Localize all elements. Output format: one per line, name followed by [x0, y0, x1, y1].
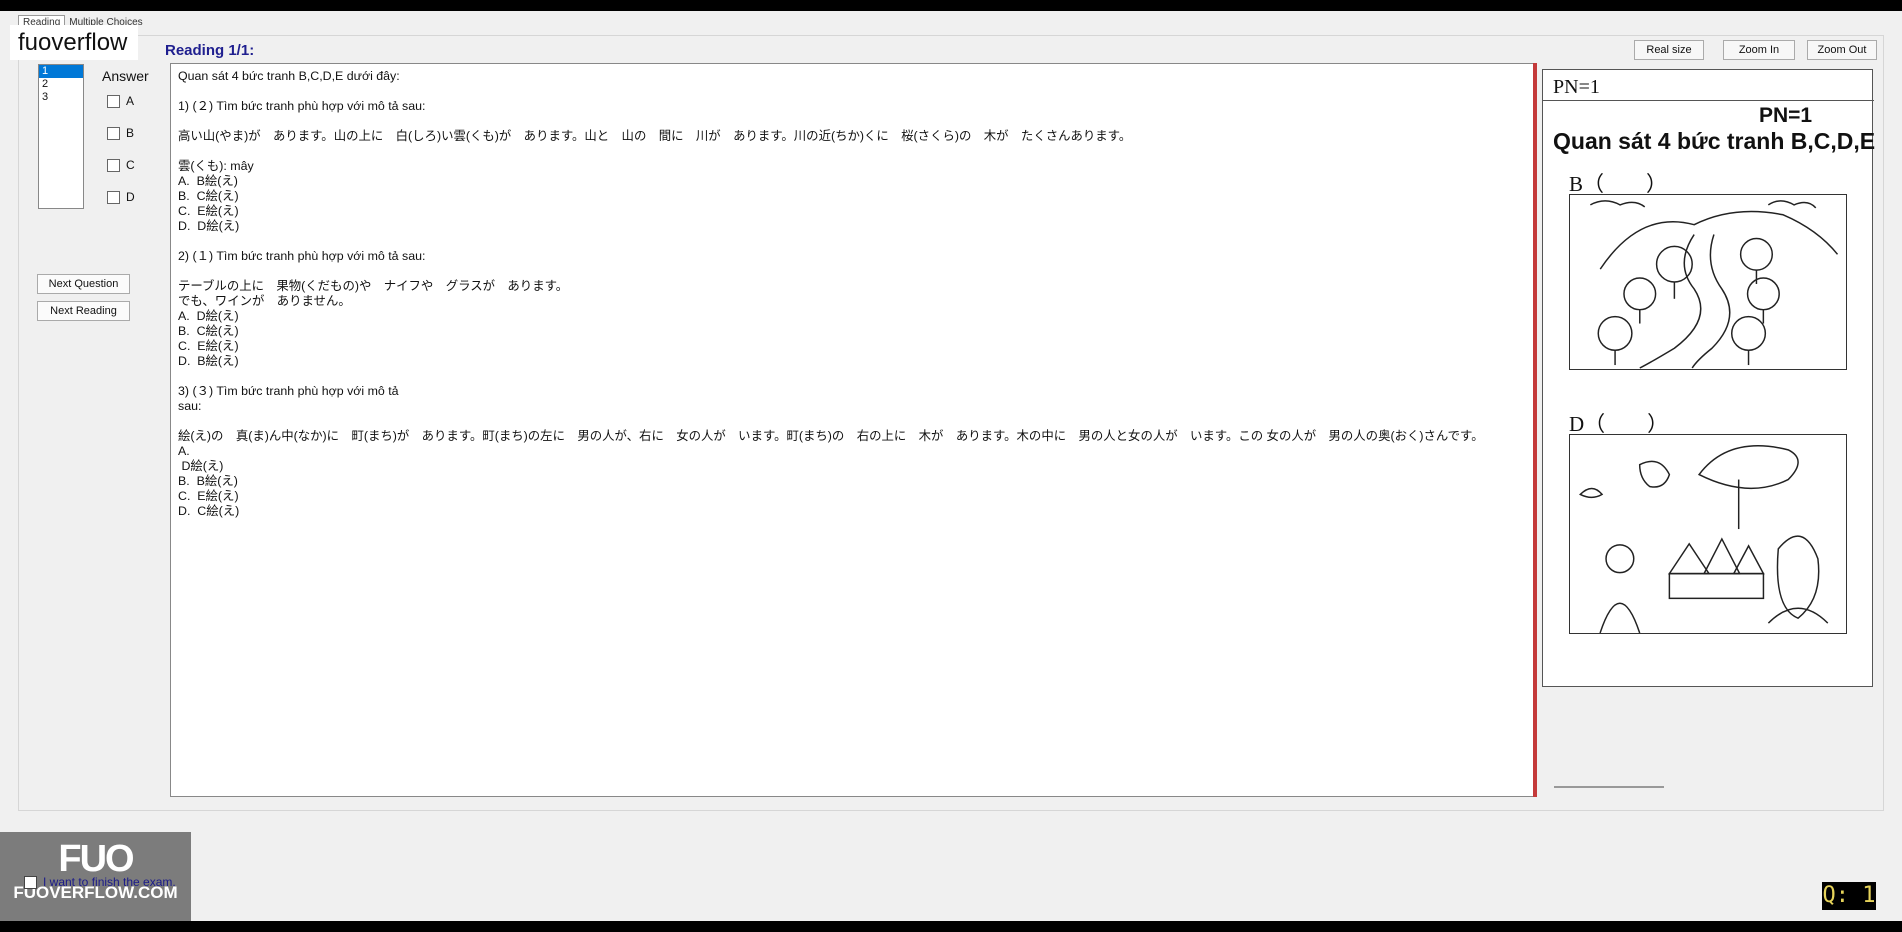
reading-line: D. D絵(え): [178, 219, 240, 233]
panel-divider[interactable]: [1533, 63, 1537, 797]
question-list[interactable]: 1 2 3: [38, 64, 84, 209]
next-reading-button[interactable]: Next Reading: [37, 301, 130, 321]
reading-line: A. D絵(え): [178, 309, 239, 323]
image-panel[interactable]: PN=1 PN=1 Quan sát 4 bức tranh B,C,D,E B…: [1538, 63, 1876, 797]
brand-label: fuoverflow: [10, 25, 138, 60]
answer-option-d[interactable]: D: [107, 190, 135, 205]
reading-line: [178, 84, 1527, 99]
reading-line: B. C絵(え): [178, 189, 239, 203]
reading-line: 雲(くも): mây: [178, 159, 254, 173]
answer-b-checkbox[interactable]: [107, 127, 120, 141]
answer-a-checkbox[interactable]: [107, 95, 120, 109]
reading-label: Reading 1/1:: [165, 42, 255, 59]
horizontal-scrollbar[interactable]: [1554, 786, 1664, 788]
finish-exam-option[interactable]: I want to finish the exam.: [24, 875, 176, 890]
header-rule: [1543, 100, 1874, 101]
real-size-button[interactable]: Real size: [1634, 40, 1704, 60]
reading-line: 3) (３) Tìm bức tranh phù hợp với mô tả: [178, 384, 399, 398]
reading-line: A.: [178, 444, 190, 458]
reading-line: sau:: [178, 399, 202, 413]
answer-heading: Answer: [102, 68, 149, 84]
zoom-out-button[interactable]: Zoom Out: [1807, 40, 1877, 60]
answer-d-label: D: [126, 190, 135, 204]
answer-option-c[interactable]: C: [107, 158, 135, 173]
answer-a-label: A: [126, 94, 135, 108]
answer-c-label: C: [126, 158, 135, 172]
picture-b-illustration: [1569, 194, 1847, 370]
answer-option-a[interactable]: A: [107, 94, 135, 109]
reading-line: [178, 414, 1527, 429]
answer-b-label: B: [126, 126, 135, 140]
reading-line: C. E絵(え): [178, 489, 239, 503]
reading-text-panel[interactable]: Quan sát 4 bức tranh B,C,D,E dưới đây: 1…: [170, 63, 1535, 797]
reading-line: 高い山(やま)が あります。山の上に 白(しろ)い雲(くも)が あります。山と …: [178, 129, 1132, 143]
zoom-in-button[interactable]: Zoom In: [1723, 40, 1795, 60]
reading-line: 1) (２) Tìm bức tranh phù hợp với mô tả s…: [178, 99, 426, 113]
answer-c-checkbox[interactable]: [107, 159, 120, 173]
pn-small-label: PN=1: [1553, 76, 1600, 98]
reading-line: [178, 369, 1527, 384]
reading-line: C. E絵(え): [178, 339, 239, 353]
reading-line: [178, 144, 1527, 159]
reading-line: [178, 114, 1527, 129]
picture-d-illustration: [1569, 434, 1847, 634]
finish-exam-label: I want to finish the exam.: [43, 875, 176, 889]
question-list-item-1[interactable]: 1: [39, 65, 83, 78]
reading-line: B. C絵(え): [178, 324, 239, 338]
question-counter: Q: 1: [1822, 882, 1876, 910]
image-title: Quan sát 4 bức tranh B,C,D,E: [1553, 128, 1876, 154]
reading-line: Quan sát 4 bức tranh B,C,D,E dưới đây:: [178, 69, 400, 83]
top-black-bar: [0, 0, 1902, 11]
pn-big-label: PN=1: [1759, 104, 1813, 127]
question-list-item-3[interactable]: 3: [39, 91, 83, 104]
answer-option-b[interactable]: B: [107, 126, 135, 141]
reading-line: テーブルの上に 果物(くだもの)や ナイフや グラスが あります。: [178, 279, 569, 293]
answer-d-checkbox[interactable]: [107, 191, 120, 205]
image-sheet: PN=1 PN=1 Quan sát 4 bức tranh B,C,D,E B…: [1542, 69, 1876, 687]
reading-line: 2) (１) Tìm bức tranh phù hợp với mô tả s…: [178, 249, 426, 263]
reading-line: D. C絵(え): [178, 504, 240, 518]
reading-line: でも、ワインが ありません。: [178, 294, 351, 308]
question-list-item-2[interactable]: 2: [39, 78, 83, 91]
reading-line: D絵(え): [178, 459, 224, 473]
finish-exam-checkbox[interactable]: [24, 876, 37, 890]
reading-line: 絵(え)の 真(ま)ん中(なか)に 町(まち)が あります。町(まち)の左に 男…: [178, 429, 1484, 443]
reading-line: A. B絵(え): [178, 174, 238, 188]
reading-line: [178, 264, 1527, 279]
bottom-black-bar: [0, 921, 1902, 932]
reading-line: D. B絵(え): [178, 354, 239, 368]
reading-line: C. E絵(え): [178, 204, 239, 218]
reading-line: B. B絵(え): [178, 474, 238, 488]
next-question-button[interactable]: Next Question: [37, 274, 130, 294]
reading-line: [178, 234, 1527, 249]
